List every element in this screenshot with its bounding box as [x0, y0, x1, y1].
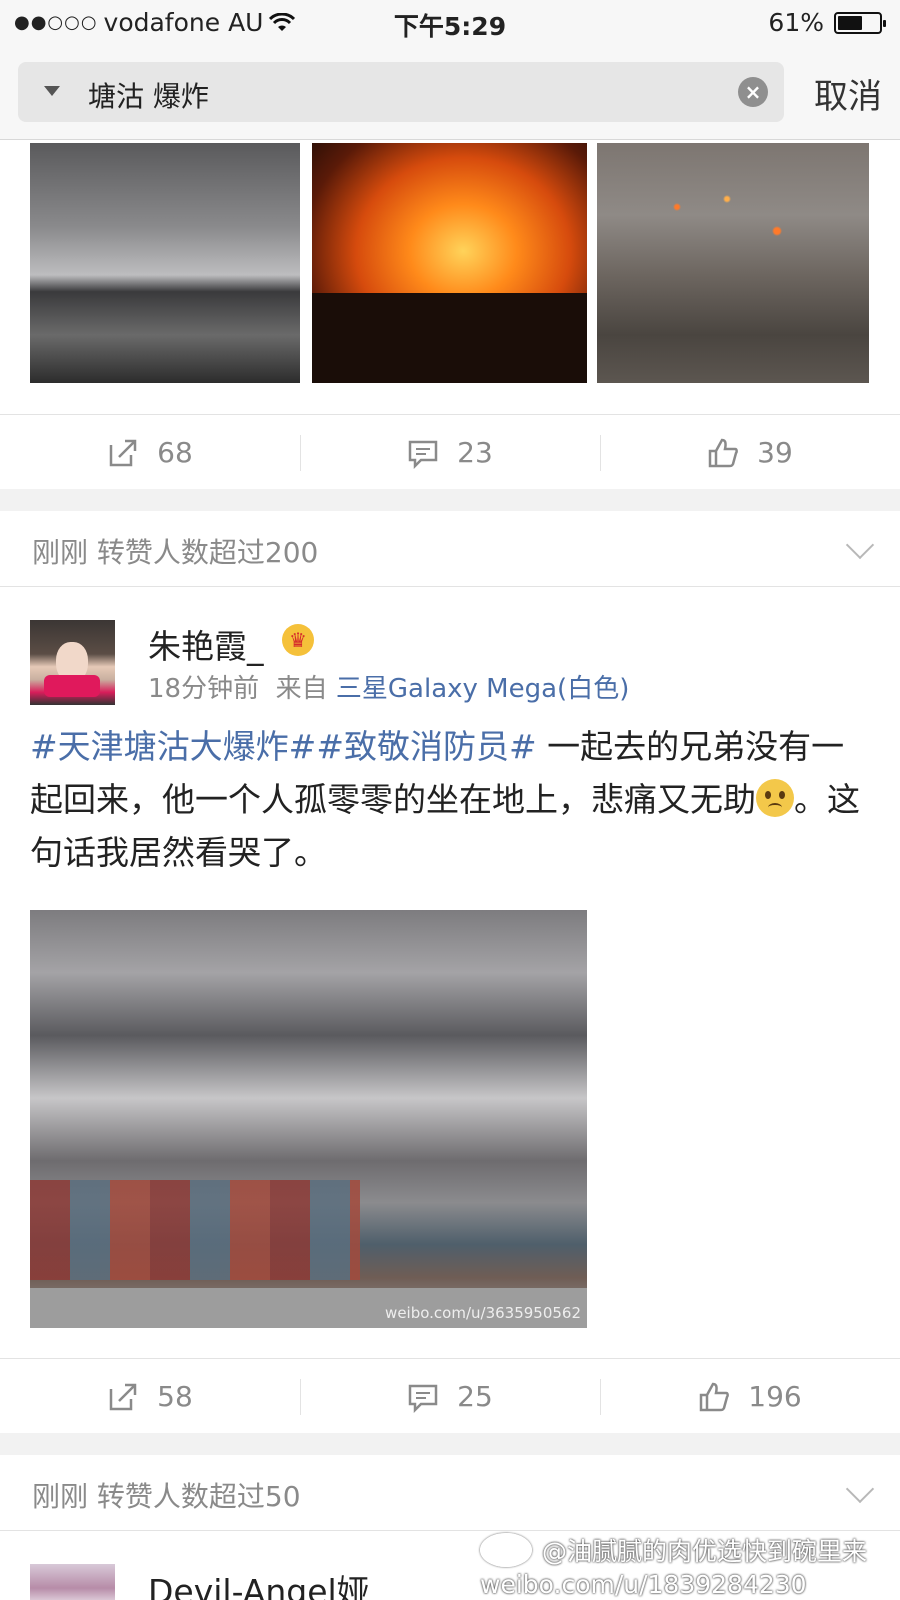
sad-face-icon: [756, 779, 794, 817]
clear-search-button[interactable]: ×: [738, 77, 768, 107]
screenshot-watermark: @油腻腻的肉优选快到碗里来 weibo.com/u/1839284230: [480, 1532, 867, 1599]
like-count: 196: [748, 1380, 802, 1413]
status-time: 下午5:29: [393, 12, 507, 41]
watermark-handle: @油腻腻的肉优选快到碗里来: [542, 1537, 868, 1566]
thumbs-up-icon: [700, 1382, 730, 1411]
search-header: 塘沽 爆炸 × 取消: [0, 45, 900, 140]
avatar-detail: [44, 675, 100, 697]
post-image-aerial-debris[interactable]: [597, 143, 869, 383]
image-detail: [637, 183, 837, 263]
cancel-button[interactable]: 取消: [814, 69, 882, 118]
repost-icon: [109, 1383, 137, 1410]
watermark-url: weibo.com/u/1839284230: [480, 1570, 807, 1599]
chevron-down-icon[interactable]: [845, 530, 875, 560]
battery-icon: [834, 11, 886, 34]
like-button[interactable]: 39: [600, 415, 900, 490]
repost-button[interactable]: 58: [0, 1359, 300, 1434]
source-label: 来自: [275, 674, 328, 704]
battery-percent: 61%: [768, 8, 824, 37]
repost-icon: [109, 439, 137, 466]
post-image[interactable]: weibo.com/u/3635950562: [30, 910, 587, 1328]
post-image-fire[interactable]: [312, 143, 587, 383]
comment-icon: [408, 440, 438, 469]
hot-indicator-text: 刚刚 转赞人数超过50: [32, 1480, 301, 1513]
hashtag-link[interactable]: #天津塘沽大爆炸#: [30, 727, 316, 766]
post-image-burned-cars[interactable]: [30, 143, 300, 383]
comment-icon: [408, 1384, 438, 1413]
post-text: #天津塘沽大爆炸##致敬消防员# 一起去的兄弟没有一起回来，他一个人孤零零的坐在…: [30, 720, 870, 879]
thumbs-up-icon: [708, 438, 739, 467]
battery-info: 61%: [768, 8, 886, 37]
post-action-bar: 58 25 196: [0, 1359, 900, 1434]
image-watermark: weibo.com/u/3635950562: [385, 1304, 581, 1322]
avatar[interactable]: [30, 1564, 115, 1600]
post-action-bar: 68 23 39: [0, 415, 900, 490]
comment-button[interactable]: 25: [300, 1359, 600, 1434]
battery-level: [838, 15, 863, 30]
post-time: 18分钟前: [148, 674, 260, 704]
weibo-logo-icon: [480, 1533, 532, 1567]
comment-count: 25: [457, 1380, 493, 1413]
image-detail: [312, 293, 587, 383]
username[interactable]: 朱艳霞_: [148, 620, 264, 668]
post-separator: [0, 1433, 900, 1455]
hot-indicator-header: 刚刚 转赞人数超过50: [0, 1455, 900, 1531]
repost-button[interactable]: 68: [0, 415, 300, 490]
search-type-dropdown-icon[interactable]: [44, 86, 60, 96]
post-source-link[interactable]: 三星Galaxy Mega(白色): [336, 674, 629, 704]
chevron-down-icon[interactable]: [845, 1474, 875, 1504]
username[interactable]: Devil-Angel娅: [148, 1565, 370, 1600]
post-meta: 18分钟前 来自 三星Galaxy Mega(白色): [148, 668, 629, 705]
hot-indicator-header: 刚刚 转赞人数超过200: [0, 511, 900, 587]
status-bar: ●●○○○ vodafone AU 下午5:29 61%: [0, 0, 900, 45]
like-count: 39: [757, 436, 793, 469]
repost-count: 58: [157, 1380, 193, 1413]
hot-indicator-text: 刚刚 转赞人数超过200: [32, 536, 319, 569]
image-detail: [30, 1180, 360, 1280]
comment-count: 23: [457, 436, 493, 469]
repost-count: 68: [157, 436, 193, 469]
hashtag-link[interactable]: #致敬消防员#: [316, 727, 536, 766]
like-button[interactable]: 196: [600, 1359, 900, 1434]
search-input[interactable]: 塘沽 爆炸 ×: [18, 62, 784, 122]
post-separator: [0, 489, 900, 511]
search-query[interactable]: 塘沽 爆炸: [88, 75, 209, 115]
comment-button[interactable]: 23: [300, 415, 600, 490]
member-crown-icon: ♛: [282, 624, 314, 656]
avatar[interactable]: [30, 620, 115, 705]
